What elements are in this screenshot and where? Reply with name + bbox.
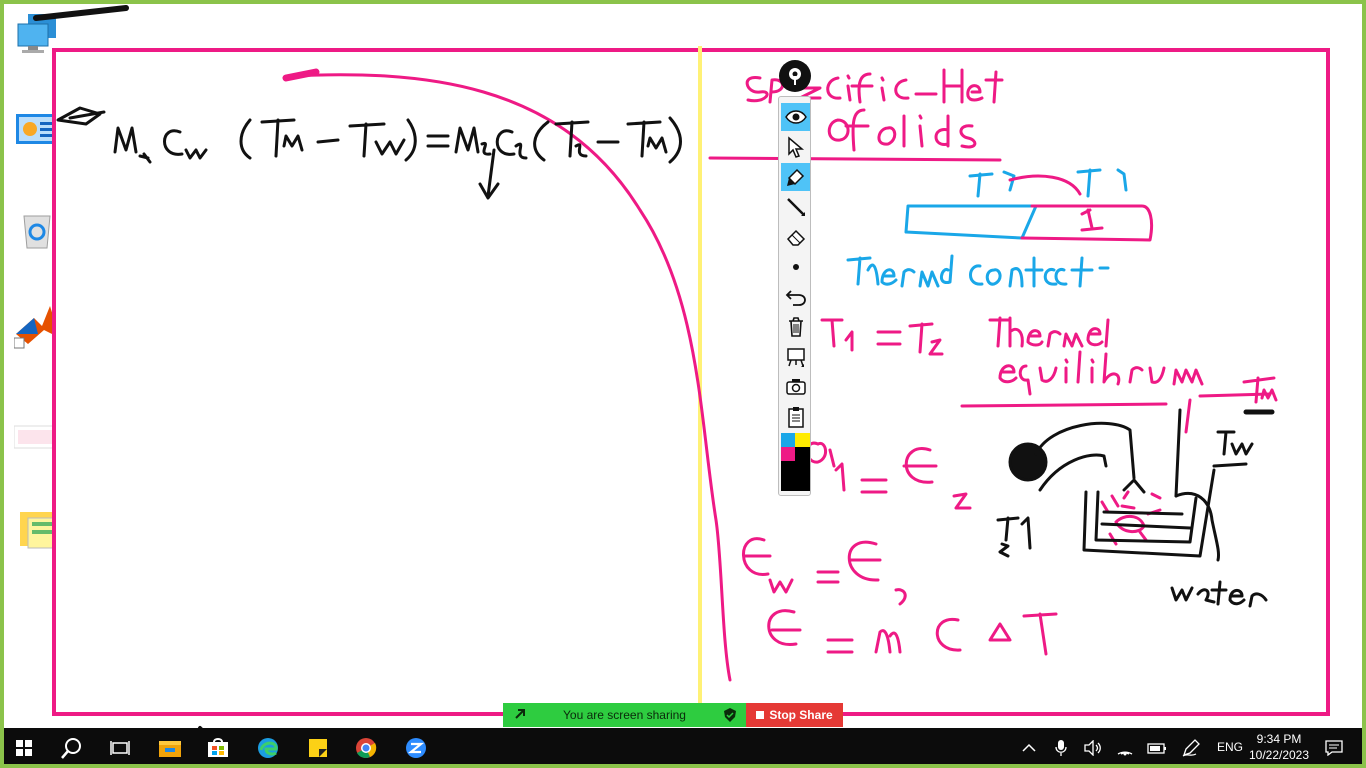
clock-time: 9:34 PM bbox=[1256, 732, 1302, 746]
pin-icon[interactable] bbox=[779, 60, 811, 92]
battery-icon[interactable] bbox=[1146, 728, 1168, 768]
notifications-icon[interactable] bbox=[1320, 728, 1348, 768]
wifi-icon[interactable] bbox=[1114, 728, 1136, 768]
screen-share-label: You are screen sharing bbox=[563, 708, 686, 722]
toolbar-panel bbox=[778, 96, 811, 496]
whiteboard-icon[interactable] bbox=[781, 343, 810, 371]
clock-date: 10/22/2023 bbox=[1248, 748, 1310, 762]
file-explorer-icon[interactable] bbox=[154, 728, 186, 768]
pointer-icon[interactable] bbox=[781, 133, 810, 161]
line-icon[interactable] bbox=[781, 193, 810, 221]
microphone-icon[interactable] bbox=[1050, 728, 1072, 768]
clock[interactable]: 9:34 PM 10/22/2023 bbox=[1244, 731, 1314, 763]
ink-annotations bbox=[33, 5, 1278, 754]
search-icon[interactable] bbox=[56, 728, 88, 768]
chrome-icon[interactable] bbox=[350, 728, 382, 768]
taskbar: ENG 9:34 PM 10/22/2023 bbox=[0, 728, 1366, 768]
share-arrow-icon bbox=[513, 707, 527, 724]
active-app-indicator bbox=[398, 764, 436, 768]
screen-share-status[interactable]: You are screen sharing bbox=[503, 703, 746, 727]
annotation-toolbar bbox=[778, 60, 811, 496]
eye-icon[interactable] bbox=[781, 103, 810, 131]
sticky-notes-icon[interactable] bbox=[302, 728, 334, 768]
highlighter-icon[interactable] bbox=[781, 163, 810, 191]
eraser-icon[interactable] bbox=[781, 223, 810, 251]
task-view-icon[interactable] bbox=[104, 728, 136, 768]
trash-icon[interactable] bbox=[781, 313, 810, 341]
screen-share-bar: You are screen sharing Stop Share bbox=[503, 703, 843, 727]
undo-icon[interactable] bbox=[781, 283, 810, 311]
edge-icon[interactable] bbox=[252, 728, 284, 768]
stop-share-button[interactable]: Stop Share bbox=[746, 703, 843, 727]
chevron-up-icon[interactable] bbox=[1018, 728, 1040, 768]
dot-icon[interactable] bbox=[781, 253, 810, 281]
windows-start-icon[interactable] bbox=[8, 728, 40, 768]
stop-icon bbox=[756, 711, 765, 719]
shield-icon bbox=[724, 708, 736, 725]
camera-icon[interactable] bbox=[781, 373, 810, 401]
clipboard-icon[interactable] bbox=[781, 403, 810, 431]
volume-icon[interactable] bbox=[1082, 728, 1104, 768]
store-icon[interactable] bbox=[202, 728, 234, 768]
color-palette-icon[interactable] bbox=[781, 433, 810, 491]
pen-icon[interactable] bbox=[1180, 728, 1202, 768]
stop-share-label: Stop Share bbox=[769, 708, 833, 722]
language-indicator[interactable]: ENG bbox=[1217, 740, 1243, 754]
zoom-icon[interactable] bbox=[400, 728, 432, 768]
